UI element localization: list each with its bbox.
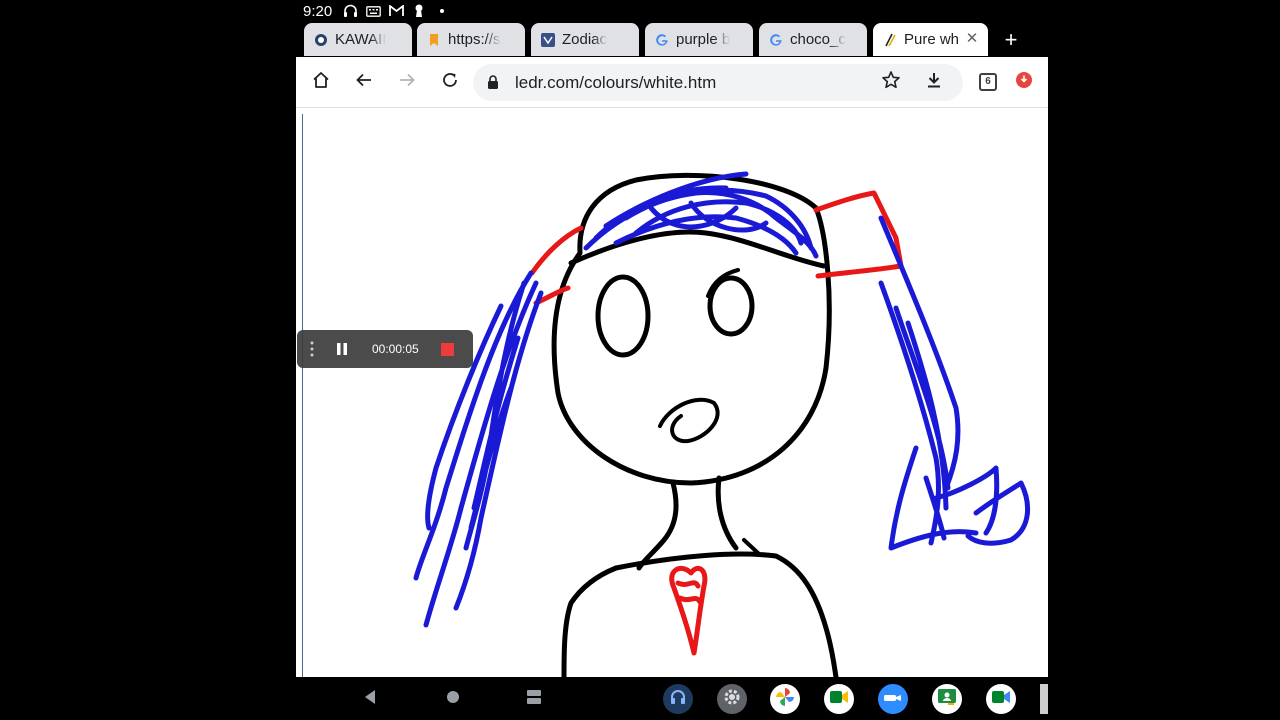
- tab-title: https://s: [448, 31, 501, 48]
- nav-recents-button[interactable]: [522, 687, 546, 711]
- app-zoom[interactable]: [878, 684, 908, 714]
- tab-title: choco_c: [790, 31, 846, 48]
- mouth: [658, 397, 720, 444]
- nav-back-button[interactable]: [358, 687, 382, 711]
- pause-icon[interactable]: [335, 342, 349, 356]
- shoulders: [561, 565, 619, 677]
- red-tie: [669, 566, 708, 656]
- tab-title: Zodiac: [562, 31, 608, 48]
- download-button[interactable]: [922, 70, 946, 94]
- back-arrow-icon: [355, 71, 373, 94]
- video-camera-icon: [991, 689, 1011, 710]
- notification-dot-icon: [434, 4, 450, 18]
- triangle-back-icon: [363, 689, 377, 710]
- gmail-icon: [388, 4, 404, 18]
- stop-record-icon[interactable]: [441, 343, 454, 356]
- app-overflow[interactable]: [1040, 684, 1048, 714]
- status-bar: 9:20: [296, 0, 1048, 22]
- star-icon: [881, 70, 901, 95]
- tab-choco[interactable]: choco_c: [759, 23, 867, 56]
- tab-pure-white[interactable]: Pure wh ✕: [873, 23, 988, 56]
- home-icon: [311, 70, 331, 95]
- close-icon[interactable]: ✕: [964, 31, 980, 47]
- back-button[interactable]: [352, 70, 376, 94]
- zodiac-icon: [541, 32, 555, 47]
- headphones-app-icon: [668, 687, 688, 712]
- app-meet-2[interactable]: [986, 684, 1016, 714]
- google-icon: [769, 33, 783, 47]
- tab-title: KAWAII: [335, 31, 387, 48]
- collar-tip: [742, 538, 760, 555]
- url-text: ledr.com/colours/white.htm: [515, 73, 717, 92]
- stick-figure-drawing: [413, 171, 1031, 677]
- collar: [613, 551, 839, 677]
- app-audio[interactable]: [663, 684, 693, 714]
- keyboard-icon: [365, 4, 381, 18]
- left-eye: [595, 274, 651, 358]
- neck-right: [715, 475, 739, 551]
- bookmark-star-button[interactable]: [879, 70, 903, 94]
- neck-left: [636, 480, 679, 571]
- tab-https[interactable]: https://s: [417, 23, 525, 56]
- tab-kawaii[interactable]: KAWAII: [304, 23, 412, 56]
- tab-title: Pure wh: [904, 31, 960, 48]
- hair-right: [878, 215, 1031, 551]
- tab-strip: KAWAII https://s Zodiac purple b choco_c: [296, 22, 1048, 57]
- forward-arrow-icon: [398, 71, 416, 94]
- tab-title: purple b: [676, 31, 731, 48]
- download-icon: [925, 71, 943, 94]
- reload-button[interactable]: [438, 70, 462, 94]
- system-nav-bar: [296, 677, 1048, 720]
- app-photos[interactable]: [770, 684, 800, 714]
- hair-left: [413, 270, 544, 628]
- circle-o-icon: [314, 33, 328, 47]
- google-icon: [655, 33, 669, 47]
- page-left-border: [302, 114, 303, 677]
- screen-recorder-widget[interactable]: 00:00:05: [297, 330, 473, 368]
- extension-button[interactable]: [1012, 70, 1036, 94]
- gear-icon: [722, 687, 742, 712]
- app-settings[interactable]: [717, 684, 747, 714]
- video-camera-icon: [829, 689, 849, 710]
- app-meet[interactable]: [824, 684, 854, 714]
- app-classroom[interactable]: [932, 684, 962, 714]
- ledr-icon: [883, 33, 897, 47]
- zoom-icon: [883, 690, 903, 708]
- browser-toolbar: ledr.com/colours/white.htm 6: [296, 57, 1048, 108]
- new-tab-button[interactable]: +: [1001, 29, 1021, 51]
- right-eye: [707, 275, 755, 337]
- pinwheel-icon: [774, 686, 796, 713]
- recents-icon: [526, 689, 542, 710]
- extension-stop-icon: [1015, 71, 1033, 94]
- tab-zodiac[interactable]: Zodiac: [531, 23, 639, 56]
- status-time: 9:20: [303, 2, 333, 20]
- keyhole-icon: [411, 4, 427, 18]
- lock-icon: [487, 75, 499, 95]
- web-page-content[interactable]: [296, 108, 1048, 677]
- bookmark-icon: [427, 33, 441, 47]
- home-button[interactable]: [309, 70, 333, 94]
- tab-purple[interactable]: purple b: [645, 23, 753, 56]
- classroom-icon: [937, 688, 957, 711]
- nav-home-button[interactable]: [441, 687, 465, 711]
- fringe-line: [568, 229, 827, 269]
- forward-button[interactable]: [395, 70, 419, 94]
- reload-icon: [441, 71, 459, 94]
- drag-handle-icon[interactable]: [309, 340, 315, 358]
- tab-switcher-button[interactable]: 6: [979, 73, 997, 91]
- recording-timer: 00:00:05: [372, 342, 419, 356]
- circle-home-icon: [446, 690, 460, 709]
- headphones-icon: [342, 4, 358, 18]
